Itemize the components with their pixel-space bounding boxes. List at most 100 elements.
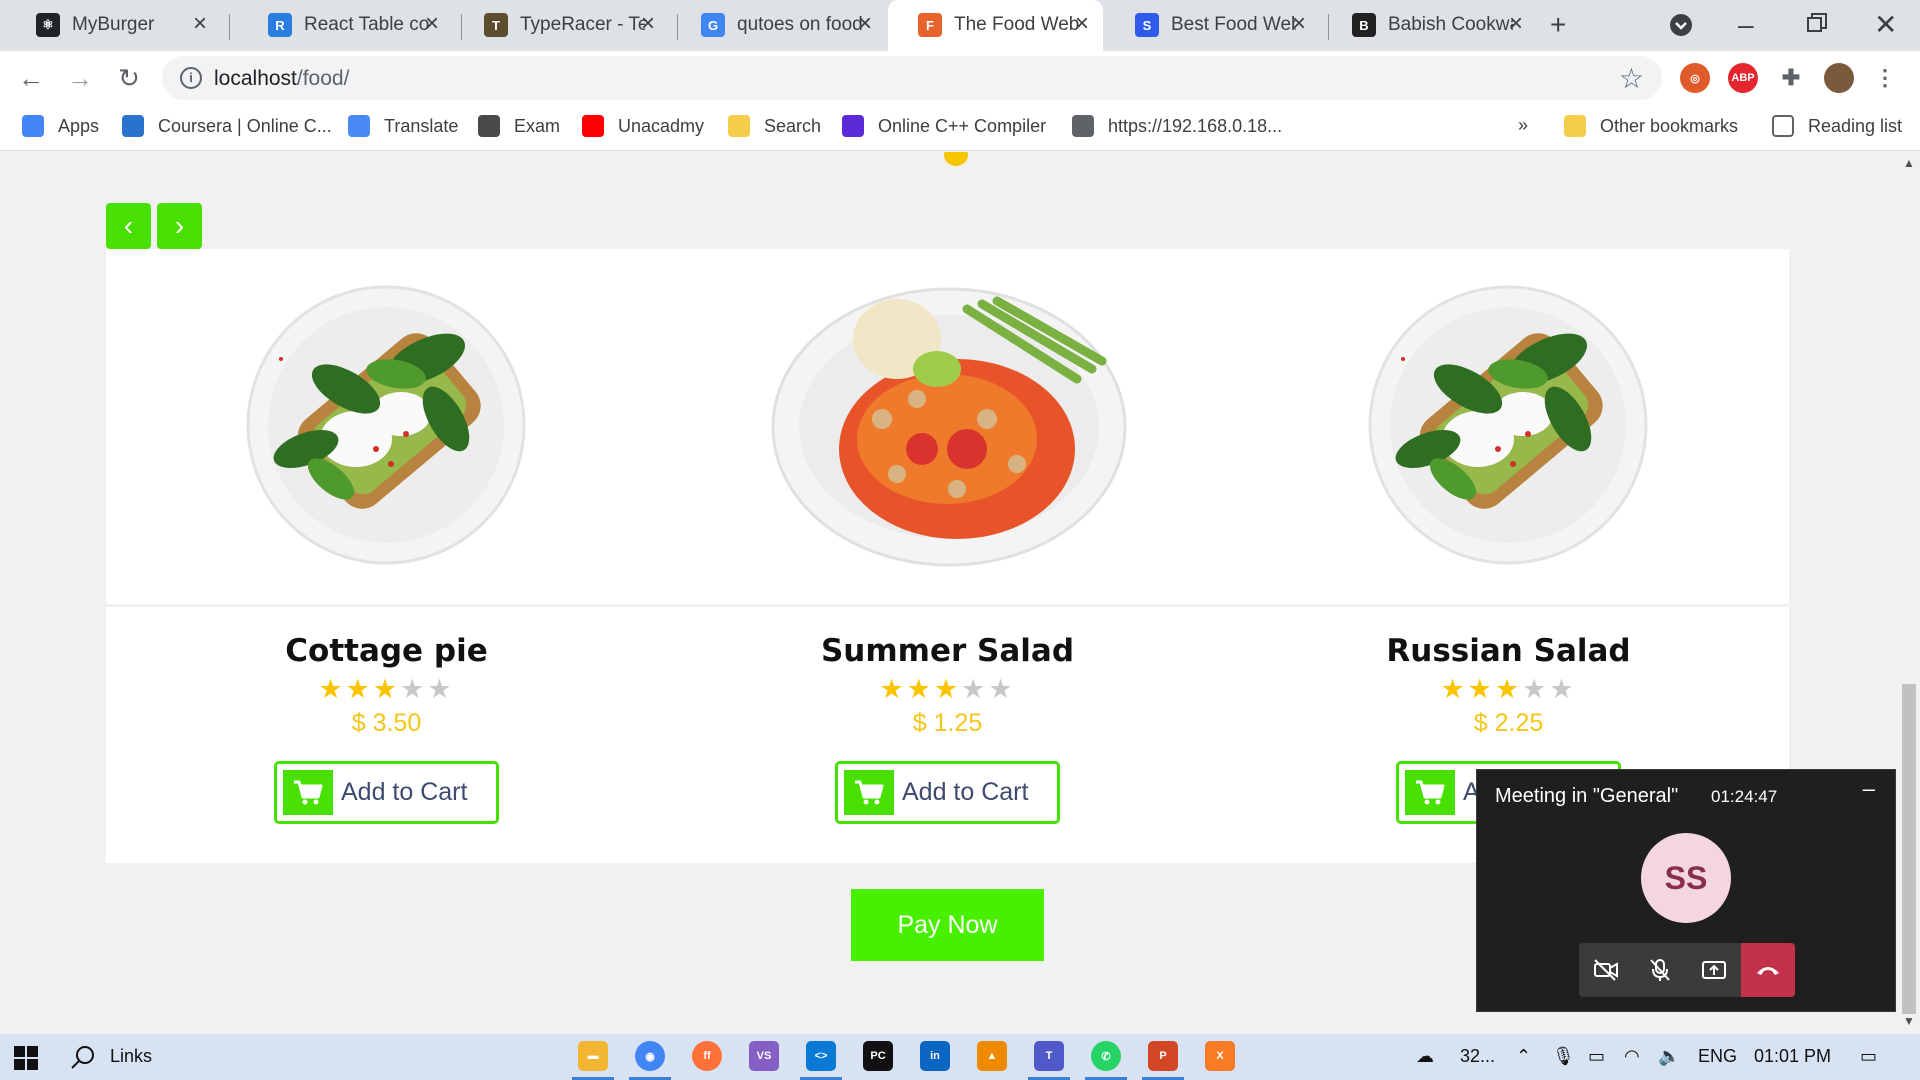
- browser-tab[interactable]: Gqutoes on food ×: [671, 0, 886, 51]
- clock[interactable]: 01:01 PM: [1754, 1046, 1831, 1067]
- forward-icon[interactable]: →: [63, 61, 97, 95]
- restore-window-icon[interactable]: [1806, 10, 1828, 40]
- browser-tab[interactable]: ⚛ MyBurger ×: [6, 0, 221, 51]
- bookmark-label: Apps: [58, 115, 100, 136]
- battery-icon[interactable]: ▭: [1588, 1046, 1605, 1067]
- language-indicator[interactable]: ENG: [1698, 1046, 1737, 1067]
- pycharm-icon[interactable]: PC: [863, 1041, 893, 1071]
- tab-search-icon[interactable]: [1668, 12, 1694, 44]
- tab-close-icon[interactable]: ×: [1292, 10, 1306, 38]
- chrome-icon[interactable]: ◉: [635, 1041, 665, 1071]
- star-icon: ★: [427, 674, 455, 704]
- cart-icon: [844, 770, 894, 815]
- taskbar-links-label[interactable]: Links: [110, 1046, 152, 1067]
- whatsapp-icon[interactable]: ✆: [1091, 1041, 1121, 1071]
- other-bookmarks[interactable]: Other bookmarks: [1564, 115, 1738, 137]
- carousel-next-button[interactable]: ›: [157, 203, 202, 249]
- meeting-controls: [1579, 943, 1795, 997]
- profile-avatar[interactable]: [1824, 63, 1854, 93]
- browser-menu-icon[interactable]: ⋮: [1870, 63, 1900, 93]
- back-icon[interactable]: ←: [14, 61, 48, 95]
- hang-up-icon[interactable]: [1741, 943, 1795, 997]
- weather-temperature[interactable]: 32...: [1460, 1046, 1495, 1067]
- microphone-icon[interactable]: 🎙: [1552, 1046, 1575, 1067]
- extension-owl-icon[interactable]: ◎: [1680, 63, 1710, 93]
- star-icon: ★: [345, 674, 373, 704]
- star-icon: ★: [906, 674, 934, 704]
- star-rating: ★★★★★: [667, 675, 1228, 703]
- browser-tab[interactable]: F The Food Web ×: [888, 0, 1103, 51]
- tab-strip: ⚛ MyBurger × R React Table con × T TypeRacer - …: [0, 0, 1920, 51]
- notifications-icon[interactable]: ▭: [1860, 1046, 1877, 1067]
- minimize-window-icon[interactable]: –: [1738, 10, 1754, 40]
- windows-start-icon[interactable]: [14, 1046, 38, 1075]
- address-bar[interactable]: i localhost/food/ ☆: [162, 56, 1662, 100]
- browser-tab[interactable]: B Babish Cookwa ×: [1322, 0, 1537, 51]
- meeting-mini-window[interactable]: Meeting in "General" 01:24:47 – SS: [1476, 769, 1896, 1012]
- scroll-thumb[interactable]: [1902, 684, 1916, 1014]
- adblock-icon[interactable]: ABP: [1728, 63, 1758, 93]
- star-icon: ★: [1494, 674, 1523, 704]
- bookmark-item[interactable]: https://192.168.0.18...: [1072, 115, 1282, 137]
- bookmark-item[interactable]: Apps: [22, 115, 99, 137]
- bookmark-item[interactable]: Search: [728, 115, 821, 137]
- tab-close-icon[interactable]: ×: [425, 10, 439, 38]
- scroll-down-icon[interactable]: ▼: [1903, 1014, 1915, 1028]
- food-card: Summer Salad ★★★★★ $ 1.25 Add to Cart: [667, 249, 1228, 863]
- tray-chevron-icon[interactable]: ⌃: [1516, 1046, 1531, 1067]
- meeting-minimize-button[interactable]: –: [1863, 776, 1875, 802]
- file-explorer-icon[interactable]: ▬: [578, 1041, 608, 1071]
- meeting-timer: 01:24:47: [1711, 787, 1778, 806]
- tab-title: The Food Web: [954, 14, 1079, 35]
- vlc-icon[interactable]: ▲: [977, 1041, 1007, 1071]
- url-text[interactable]: localhost/food/: [214, 67, 349, 91]
- bookmark-item[interactable]: Unacadmy: [582, 115, 704, 137]
- volume-icon[interactable]: 🔈: [1658, 1046, 1680, 1067]
- bookmark-star-icon[interactable]: ☆: [1619, 62, 1644, 95]
- tab-close-icon[interactable]: ×: [641, 10, 655, 38]
- taskbar-search-icon[interactable]: [70, 1044, 96, 1075]
- google-icon: G: [701, 13, 725, 37]
- tab-close-icon[interactable]: ×: [193, 10, 207, 38]
- reading-list-label: Reading list: [1808, 115, 1903, 136]
- browser-tab[interactable]: S Best Food Web ×: [1105, 0, 1320, 51]
- xampp-icon[interactable]: X: [1205, 1041, 1235, 1071]
- bookmark-item[interactable]: Online C++ Compiler: [842, 115, 1046, 137]
- bookmark-item[interactable]: Exam: [478, 115, 560, 137]
- carousel-prev-button[interactable]: ‹: [106, 203, 151, 249]
- scroll-up-icon[interactable]: ▲: [1903, 156, 1915, 170]
- teams-icon[interactable]: T: [1034, 1041, 1064, 1071]
- browser-tab[interactable]: T TypeRacer - Tes ×: [454, 0, 669, 51]
- page-scrollbar[interactable]: ▲ ▼: [1898, 152, 1920, 1034]
- visual-studio-icon[interactable]: VS: [749, 1041, 779, 1071]
- bookmark-item[interactable]: Coursera | Online C...: [122, 115, 332, 137]
- tab-title: React Table con: [304, 14, 429, 35]
- typeracer-icon: T: [484, 13, 508, 37]
- site-info-icon[interactable]: i: [180, 67, 202, 89]
- browser-tab[interactable]: R React Table con ×: [238, 0, 453, 51]
- new-tab-button[interactable]: +: [1550, 10, 1566, 40]
- camera-off-icon[interactable]: [1579, 943, 1633, 997]
- tab-close-icon[interactable]: ×: [858, 10, 872, 38]
- wifi-icon[interactable]: ◠: [1624, 1046, 1640, 1067]
- linkedin-icon[interactable]: in: [920, 1041, 950, 1071]
- add-to-cart-button[interactable]: Add to Cart: [835, 761, 1060, 824]
- share-screen-icon[interactable]: [1687, 943, 1741, 997]
- close-window-icon[interactable]: ✕: [1874, 10, 1897, 40]
- add-to-cart-button[interactable]: Add to Cart: [274, 761, 499, 824]
- weather-icon[interactable]: ☁: [1416, 1046, 1434, 1067]
- vscode-icon[interactable]: <>: [806, 1041, 836, 1071]
- food-image: [1228, 249, 1789, 607]
- bookmarks-overflow[interactable]: »: [1518, 115, 1528, 136]
- firefox-icon[interactable]: ff: [692, 1041, 722, 1071]
- tab-close-icon[interactable]: ×: [1509, 10, 1523, 38]
- bookmark-item[interactable]: Translate: [348, 115, 458, 137]
- tab-close-icon[interactable]: ×: [1075, 10, 1089, 38]
- powerpoint-icon[interactable]: P: [1148, 1041, 1178, 1071]
- pay-now-button[interactable]: Pay Now: [851, 889, 1044, 961]
- reload-icon[interactable]: ↻: [112, 61, 146, 95]
- translate-icon: [348, 115, 370, 137]
- extensions-puzzle-icon[interactable]: ✚: [1776, 63, 1806, 93]
- reading-list[interactable]: Reading list: [1772, 115, 1902, 137]
- mic-off-icon[interactable]: [1633, 943, 1687, 997]
